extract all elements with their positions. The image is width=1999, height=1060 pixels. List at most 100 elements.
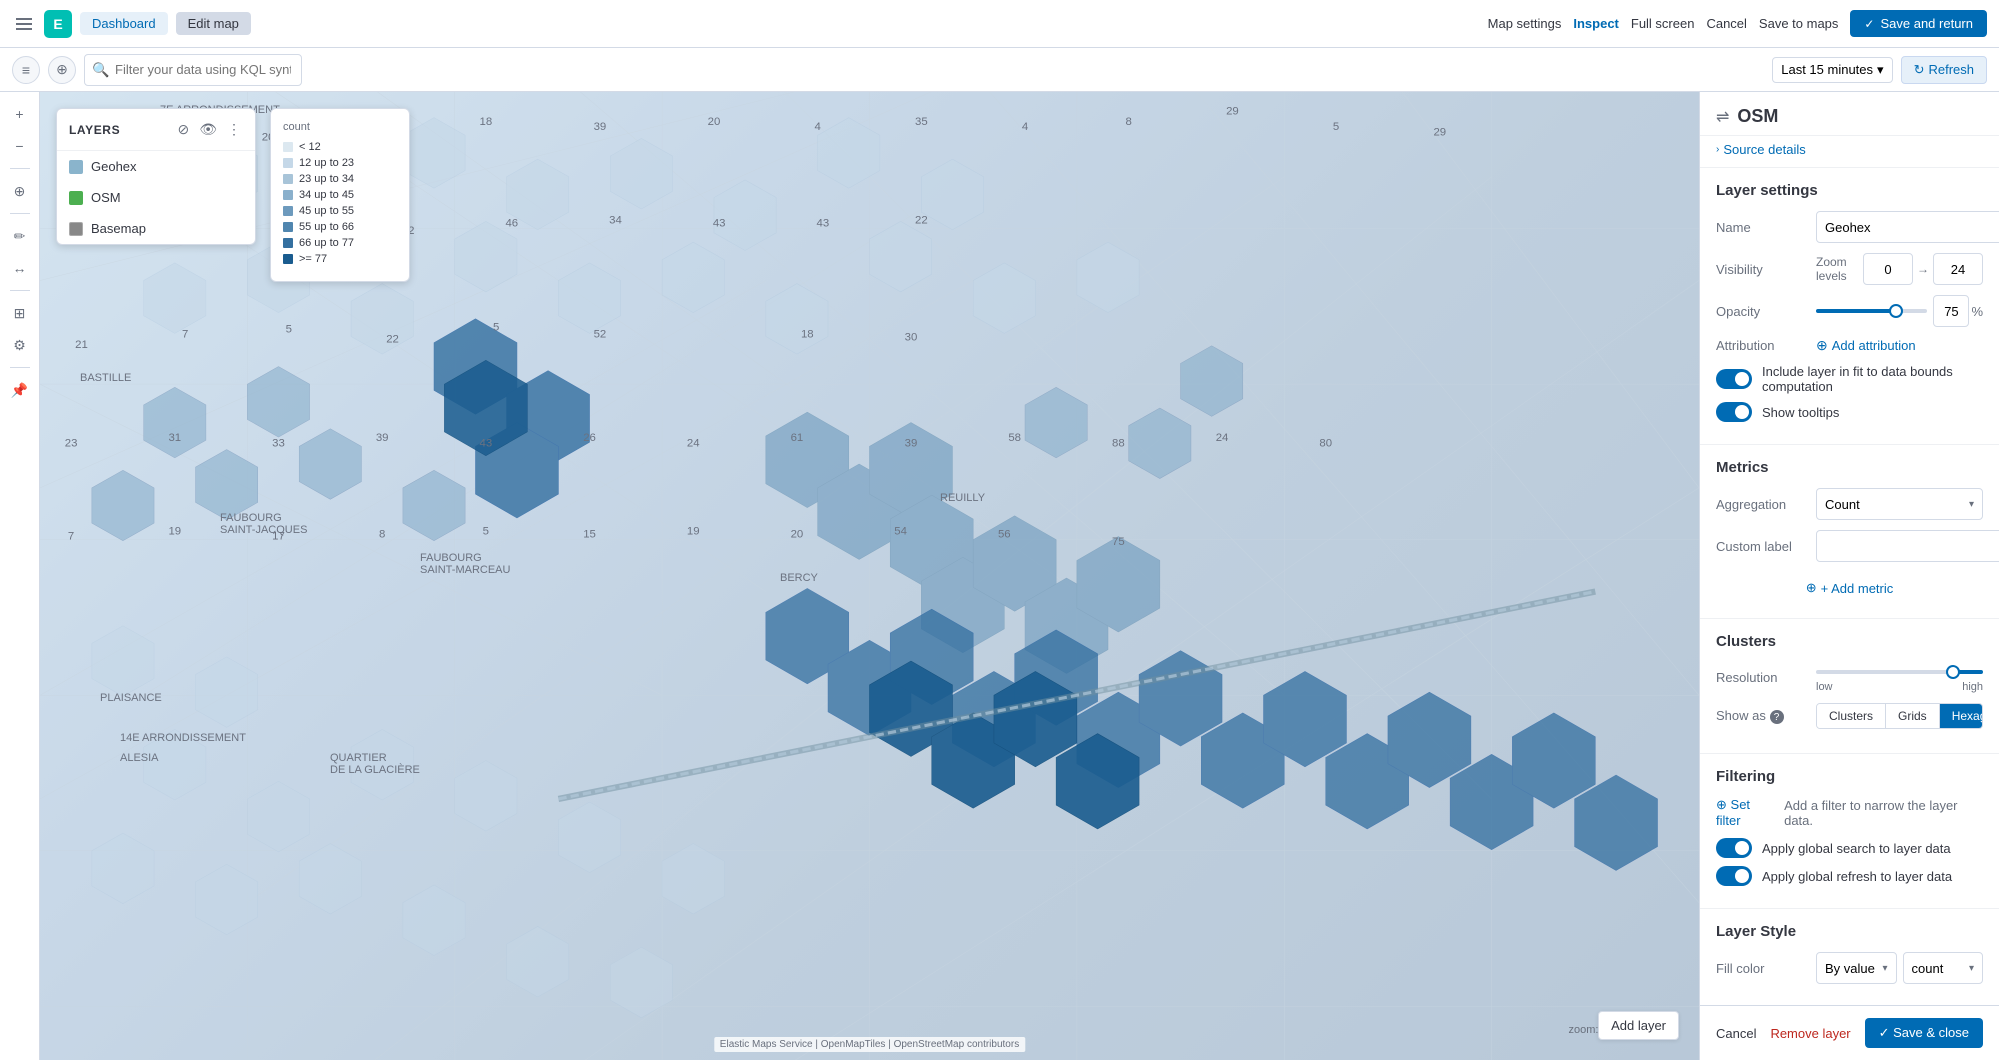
svg-text:24: 24	[687, 437, 700, 449]
legend-color-2	[283, 174, 293, 184]
apply-global-refresh-toggle-row: Apply global refresh to layer data	[1716, 866, 1983, 886]
opacity-slider-wrap	[1816, 301, 1927, 321]
metrics-section: Metrics Aggregation Count ▾ Custom label…	[1700, 445, 1999, 619]
opacity-slider[interactable]	[1816, 309, 1927, 313]
svg-text:8: 8	[1126, 116, 1132, 128]
legend-item-0: < 12	[283, 141, 397, 153]
refresh-button[interactable]: ↻ Refresh	[1901, 56, 1987, 84]
show-as-hexagons-button[interactable]: Hexagons	[1940, 704, 1983, 728]
zoom-from-label: Zoom levels	[1816, 255, 1859, 283]
set-filter-link[interactable]: ⊕ Set filter	[1716, 797, 1776, 828]
apply-global-search-toggle[interactable]	[1716, 838, 1752, 858]
fill-field-dropdown[interactable]: count ▾	[1903, 952, 1984, 984]
resolution-slider[interactable]	[1816, 670, 1983, 674]
set-filter-plus-icon: ⊕	[1716, 797, 1727, 812]
save-to-maps-link[interactable]: Save to maps	[1759, 16, 1839, 31]
refresh-label: Refresh	[1928, 62, 1974, 77]
edit-map-button[interactable]: Edit map	[176, 12, 251, 35]
svg-text:5: 5	[493, 321, 499, 333]
map-area[interactable]: 39 29 20 49 18 39 20 4 35 4 8 29 5 29 20…	[40, 92, 1699, 1060]
show-as-grids-button[interactable]: Grids	[1886, 704, 1940, 728]
draw-button[interactable]: ✏	[6, 222, 34, 250]
measure-button[interactable]: ↔	[6, 254, 34, 282]
opacity-row: Opacity 75 %	[1716, 295, 1983, 327]
osm-layer-name: OSM	[91, 190, 121, 205]
add-metric-plus-icon: ⊕	[1806, 580, 1817, 596]
show-as-row: Show as ? Clusters Grids Hexagons	[1716, 703, 1983, 729]
time-label: Last 15 minutes	[1781, 62, 1873, 77]
inspect-link[interactable]: Inspect	[1573, 16, 1619, 31]
map-settings-link[interactable]: Map settings	[1488, 16, 1562, 31]
time-selector[interactable]: Last 15 minutes ▾	[1772, 57, 1892, 83]
layer-item-geohex[interactable]: Geohex	[57, 151, 255, 182]
name-input[interactable]	[1816, 211, 1999, 243]
cancel-link[interactable]: Cancel	[1706, 16, 1746, 31]
cancel-bottom-button[interactable]: Cancel	[1716, 1020, 1756, 1047]
remove-layer-button[interactable]: Remove layer	[1770, 1020, 1850, 1047]
svg-text:5: 5	[1333, 121, 1339, 133]
source-details[interactable]: › Source details	[1700, 136, 1999, 168]
basemap-layer-name: Basemap	[91, 221, 146, 236]
filter-left: ≡ ⊕	[12, 56, 76, 84]
svg-text:31: 31	[168, 432, 181, 444]
aggregation-dropdown[interactable]: Count ▾	[1816, 488, 1983, 520]
layers-filter-icon-btn[interactable]: ⊘	[175, 119, 191, 140]
filter-options-button[interactable]: ⊕	[48, 56, 76, 84]
aggregation-row: Aggregation Count ▾	[1716, 488, 1983, 520]
show-tooltips-toggle[interactable]	[1716, 402, 1752, 422]
layers-more-icon-btn[interactable]: ⋮	[225, 119, 243, 140]
svg-text:7: 7	[68, 531, 74, 543]
main-layout: + − ⊕ ✏ ↔ ⊞ ⚙ 📌	[0, 92, 1999, 1060]
save-close-button[interactable]: ✓ Save & close	[1865, 1018, 1983, 1048]
search-icon: 🔍	[92, 61, 109, 78]
search-map-button[interactable]: ⊕	[6, 177, 34, 205]
name-row: Name	[1716, 211, 1983, 243]
dashboard-button[interactable]: Dashboard	[80, 12, 168, 35]
filter-row: ⊕ Set filter Add a filter to narrow the …	[1716, 797, 1983, 828]
filter-toggle-button[interactable]: ≡	[12, 56, 40, 84]
svg-text:30: 30	[905, 332, 918, 344]
add-attribution-link[interactable]: ⊕ Add attribution	[1816, 337, 1916, 354]
pin-button[interactable]: 📌	[6, 376, 34, 404]
svg-text:4: 4	[814, 121, 820, 133]
hamburger-menu[interactable]	[12, 12, 36, 36]
legend-label-7: >= 77	[299, 253, 327, 265]
zoom-to-input[interactable]	[1933, 253, 1983, 285]
apply-global-refresh-toggle[interactable]	[1716, 866, 1752, 886]
geohex-layer-name: Geohex	[91, 159, 137, 174]
zoom-out-button[interactable]: −	[6, 132, 34, 160]
legend-label-0: < 12	[299, 141, 321, 153]
fill-color-controls: By value ▾ count ▾	[1816, 952, 1983, 984]
svg-text:43: 43	[480, 437, 493, 449]
save-return-button[interactable]: ✓ Save and return	[1850, 10, 1987, 37]
aggregation-value: Count	[1825, 497, 1860, 512]
custom-label-input[interactable]	[1816, 530, 1999, 562]
legend-label-3: 34 up to 45	[299, 189, 354, 201]
zoom-in-button[interactable]: +	[6, 100, 34, 128]
clusters-section: Clusters Resolution low high Show as ?	[1700, 619, 1999, 754]
add-layer-button[interactable]: Add layer	[1598, 1011, 1679, 1040]
fill-by-dropdown[interactable]: By value ▾	[1816, 952, 1897, 984]
top-bar-right: Map settings Inspect Full screen Cancel …	[1488, 10, 1987, 37]
zoom-from-input[interactable]	[1863, 253, 1913, 285]
neighborhood-label-8: 14E ARRONDISSEMENT	[120, 732, 246, 744]
full-screen-link[interactable]: Full screen	[1631, 16, 1695, 31]
legend-item-5: 55 up to 66	[283, 221, 397, 233]
layers-eye-icon-btn[interactable]: 👁	[197, 119, 219, 140]
svg-text:46: 46	[505, 218, 518, 230]
add-metric-link[interactable]: ⊕ + Add metric	[1716, 572, 1983, 604]
left-toolbar: + − ⊕ ✏ ↔ ⊞ ⚙ 📌	[0, 92, 40, 1060]
include-layer-toggle[interactable]	[1716, 369, 1752, 389]
filter-input[interactable]	[84, 54, 302, 86]
layer-item-basemap[interactable]: Basemap	[57, 213, 255, 244]
layer-item-osm[interactable]: OSM	[57, 182, 255, 213]
show-as-clusters-button[interactable]: Clusters	[1817, 704, 1886, 728]
svg-text:20: 20	[791, 529, 804, 541]
osm-title: OSM	[1737, 106, 1778, 127]
apply-global-search-toggle-row: Apply global search to layer data	[1716, 838, 1983, 858]
layers-button[interactable]: ⊞	[6, 299, 34, 327]
tools-button[interactable]: ⚙	[6, 331, 34, 359]
legend-item-7: >= 77	[283, 253, 397, 265]
legend-label-2: 23 up to 34	[299, 173, 354, 185]
svg-text:26: 26	[583, 432, 596, 444]
